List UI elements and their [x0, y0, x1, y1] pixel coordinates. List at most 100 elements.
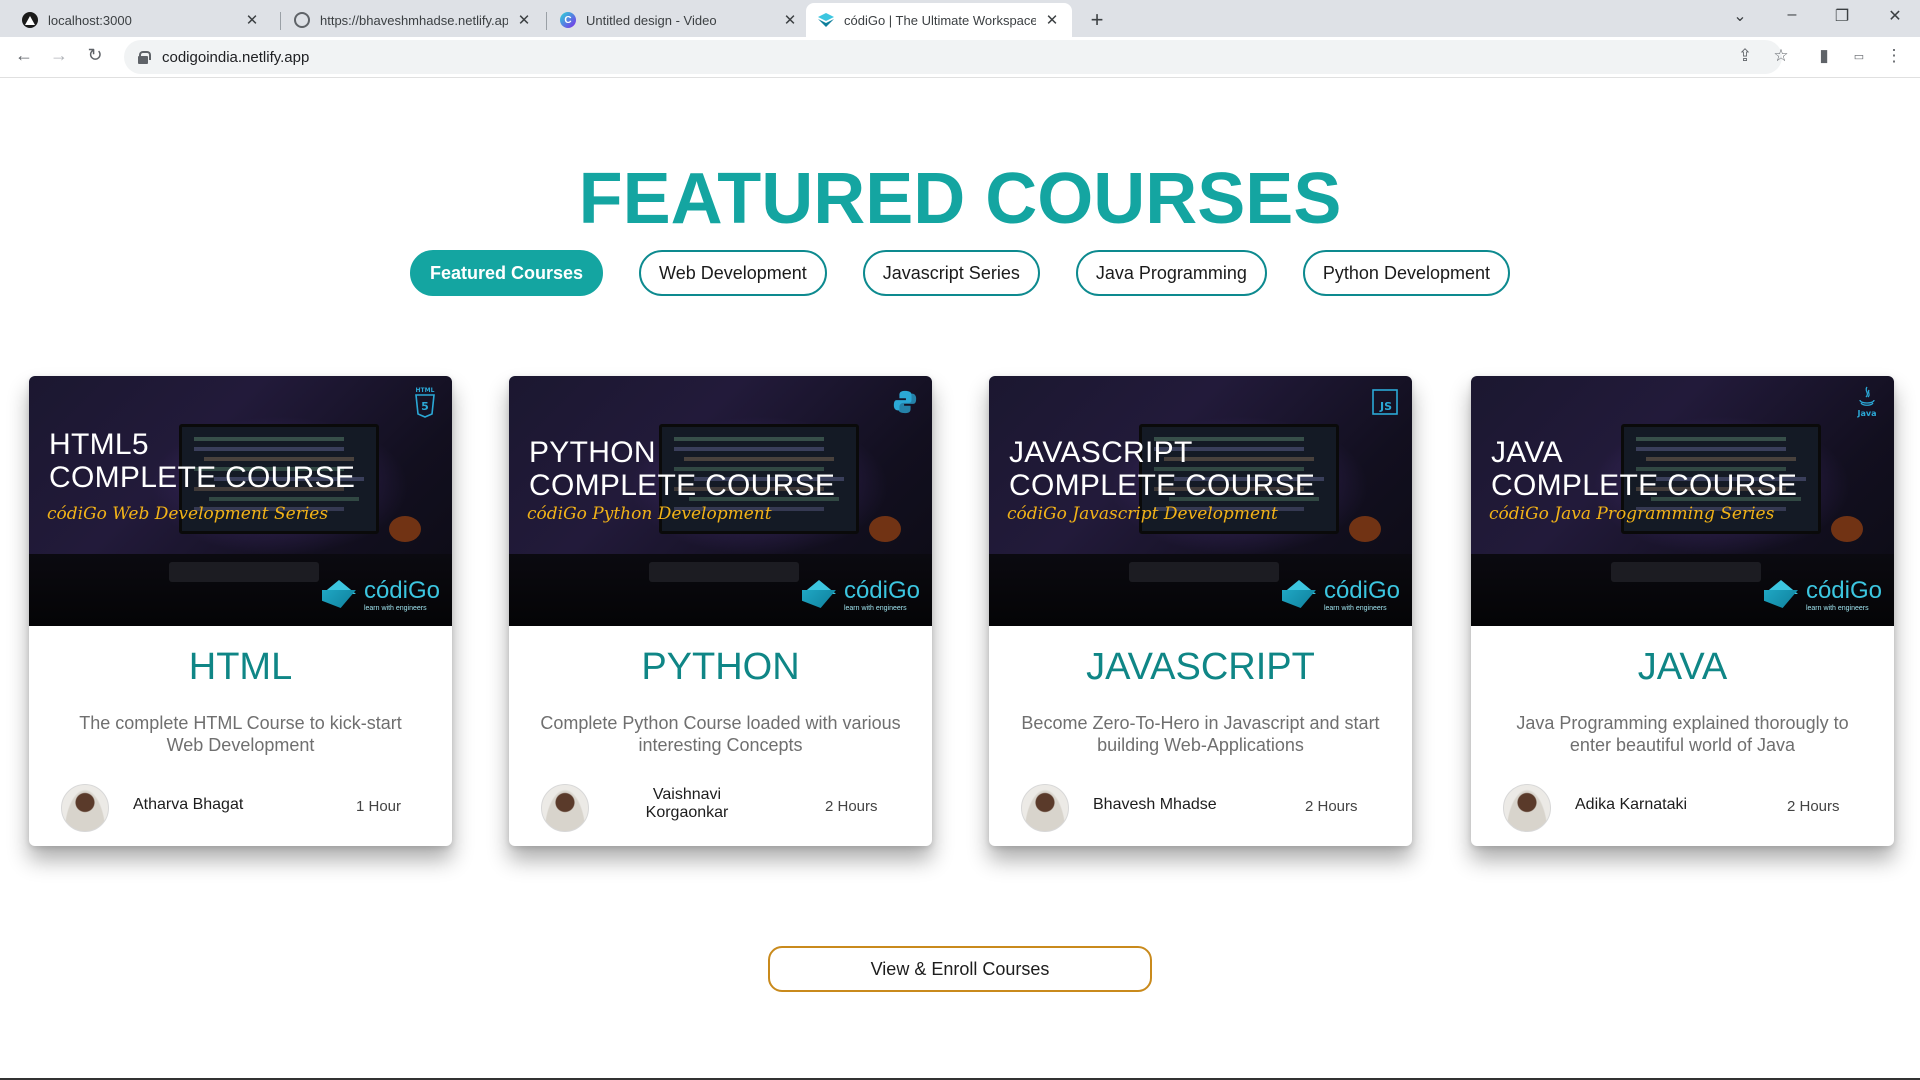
codigo-logo-mark	[321, 576, 356, 614]
url-text: codigoindia.netlify.app	[162, 48, 310, 66]
thumbnail-title-line2: COMPLETE COURSE	[529, 469, 836, 502]
restore-icon[interactable]: ❐	[1827, 6, 1857, 26]
course-description: Java Programming explained thorougly to …	[1516, 713, 1849, 755]
brand-name: códiGo	[1323, 576, 1400, 604]
course-thumbnail: HTML 5 COMPLETE COURSE códiGo Web Develop…	[29, 376, 452, 626]
browser-tab[interactable]: localhost:3000 ✕	[10, 3, 272, 37]
thumbnail-title-line2: COMPLETE COURSE	[1491, 469, 1798, 502]
close-icon[interactable]: ✕	[782, 11, 798, 29]
brand-name: códiGo	[1805, 576, 1882, 604]
svg-text:Java: Java	[1857, 409, 1877, 418]
course-title: HTML	[188, 646, 293, 688]
browser-tab[interactable]: C Untitled design - Video ✕	[548, 3, 810, 37]
thumbnail-series-script: códiGo Java Programming Series	[1489, 504, 1775, 524]
filter-javascript-series[interactable]: Javascript Series	[862, 250, 1040, 296]
course-card-javascript[interactable]: JAVASCRIPT COMPLETE COURSE códiGo Javasc…	[989, 376, 1412, 846]
html5-icon: HTML 5	[412, 386, 438, 418]
globe-icon	[294, 12, 310, 28]
kebab-menu-icon[interactable]: ⋮	[1883, 46, 1905, 66]
filter-web-development[interactable]: Web Development	[639, 250, 827, 296]
thumbnail-title-line1: HTML5	[49, 428, 149, 461]
close-icon[interactable]: ✕	[244, 11, 260, 29]
codigo-logo: códiGo learn with engineers	[1763, 576, 1882, 614]
avatar	[541, 784, 589, 832]
thumbnail-title-line2: COMPLETE COURSE	[49, 461, 356, 494]
course-description: The complete HTML Course to kick-start W…	[79, 713, 402, 755]
back-arrow-icon[interactable]: ←	[11, 45, 37, 66]
new-tab-button[interactable]: +	[1085, 7, 1109, 33]
java-icon: Java	[1854, 386, 1880, 418]
course-filter-bar: Featured Courses Web Development Javascr…	[0, 250, 1920, 296]
brand-tagline: learn with engineers	[363, 604, 427, 612]
course-title: JAVASCRIPT	[1086, 646, 1315, 688]
course-duration: 2 Hours	[1305, 798, 1358, 815]
tab-divider	[546, 12, 547, 30]
page-content: FEATURED COURSES Featured Courses Web De…	[0, 78, 1920, 1080]
codigo-icon	[818, 12, 834, 28]
section-heading: FEATURED COURSES	[578, 159, 1342, 239]
star-icon[interactable]: ☆	[1770, 46, 1792, 66]
brand-tagline: learn with engineers	[1323, 604, 1387, 612]
codigo-logo-mark	[1281, 576, 1316, 614]
chevron-down-icon[interactable]: ⌄	[1725, 6, 1755, 26]
minimize-icon[interactable]: –	[1777, 6, 1807, 24]
course-duration: 2 Hours	[825, 798, 878, 815]
course-card-java[interactable]: JAVA COMPLETE COURSE códiGo Java Program…	[1471, 376, 1894, 846]
javascript-icon: JS	[1372, 386, 1398, 418]
course-card-python[interactable]: PYTHON COMPLETE COURSE códiGo Python Dev…	[509, 376, 932, 846]
forward-arrow-icon[interactable]: →	[46, 45, 72, 66]
tab-title: códiGo | The Ultimate Workspace	[844, 12, 1036, 28]
thumbnail-title-line1: PYTHON	[529, 436, 656, 469]
avatar	[1503, 784, 1551, 832]
canva-icon: C	[560, 12, 576, 28]
python-icon	[892, 386, 918, 418]
address-bar[interactable]: codigoindia.netlify.app	[124, 40, 1782, 74]
view-enroll-courses-button[interactable]: View & Enroll Courses	[768, 946, 1152, 992]
author-name: Adika Karnataki	[1575, 796, 1688, 813]
course-title: JAVA	[1637, 646, 1728, 688]
author-name: Atharva Bhagat	[133, 796, 244, 813]
brand-name: códiGo	[363, 576, 440, 604]
thumbnail-series-script: códiGo Web Development Series	[47, 504, 329, 524]
course-duration: 1 Hour	[356, 798, 402, 815]
course-description: Complete Python Course loaded with vario…	[540, 713, 901, 755]
browser-tab[interactable]: https://bhaveshmhadse.netlify.app ✕	[282, 3, 544, 37]
brand-name: códiGo	[843, 576, 920, 604]
extension-icon[interactable]: ▭	[1848, 50, 1870, 63]
tab-title: https://bhaveshmhadse.netlify.app	[320, 12, 508, 28]
close-icon[interactable]: ✕	[516, 11, 532, 29]
codigo-logo: códiGo learn with engineers	[801, 576, 920, 614]
thumbnail-series-script: códiGo Python Development	[527, 504, 772, 524]
thumbnail-title-line2: COMPLETE COURSE	[1009, 469, 1316, 502]
lock-icon	[138, 51, 151, 64]
course-description: Become Zero-To-Hero in Javascript and st…	[1021, 713, 1380, 755]
thumbnail-title-line1: JAVASCRIPT	[1009, 436, 1193, 469]
author-name: Bhavesh Mhadse	[1093, 796, 1217, 813]
browser-tab-active[interactable]: códiGo | The Ultimate Workspace ✕	[806, 3, 1072, 37]
reload-icon[interactable]: ↻	[82, 45, 108, 66]
close-icon[interactable]: ✕	[1044, 11, 1060, 29]
avatar	[1021, 784, 1069, 832]
svg-text:5: 5	[421, 400, 429, 413]
course-thumbnail: JAVASCRIPT COMPLETE COURSE códiGo Javasc…	[989, 376, 1412, 626]
svg-text:HTML: HTML	[416, 387, 435, 394]
filter-python-development[interactable]: Python Development	[1302, 250, 1511, 296]
side-panel-icon[interactable]: ▮	[1813, 46, 1835, 66]
tab-title: localhost:3000	[48, 12, 132, 28]
thumbnail-title-line1: JAVA	[1491, 436, 1563, 469]
codigo-logo: códiGo learn with engineers	[321, 576, 440, 614]
browser-toolbar: ← → ↻ codigoindia.netlify.app ⇪ ☆ ▮ ▭ ⋮	[0, 37, 1920, 78]
share-icon[interactable]: ⇪	[1734, 46, 1756, 66]
codigo-logo-mark	[1763, 576, 1798, 614]
course-thumbnail: PYTHON COMPLETE COURSE códiGo Python Dev…	[509, 376, 932, 626]
course-title: PYTHON	[641, 646, 800, 688]
close-window-icon[interactable]: ✕	[1880, 6, 1910, 26]
browser-tab-strip: localhost:3000 ✕ https://bhaveshmhadse.n…	[0, 0, 1920, 37]
course-card-grid: HTML 5 COMPLETE COURSE códiGo Web Develop…	[29, 376, 1895, 846]
codigo-logo-mark	[801, 576, 836, 614]
course-card-html[interactable]: HTML 5 COMPLETE COURSE códiGo Web Develop…	[29, 376, 452, 846]
filter-java-programming[interactable]: Java Programming	[1075, 250, 1267, 296]
tab-divider	[280, 12, 281, 30]
brand-tagline: learn with engineers	[843, 604, 907, 612]
filter-featured-courses[interactable]: Featured Courses	[409, 250, 604, 296]
